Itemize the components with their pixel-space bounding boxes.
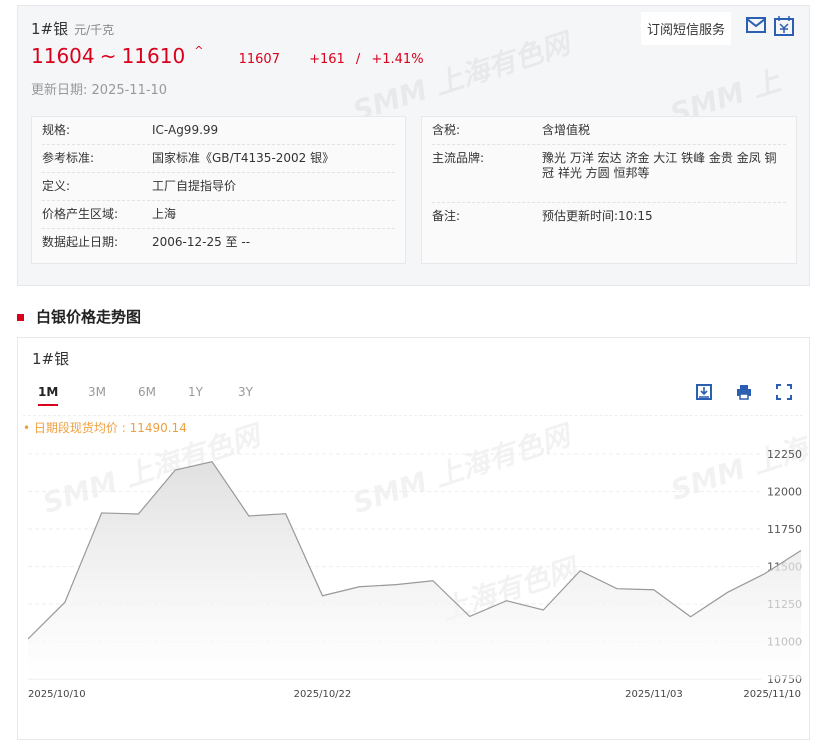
spec-key: 参考标准:	[42, 151, 95, 165]
spec-row: 价格产生区域: 上海	[42, 201, 395, 229]
spec-value: 2006-12-25 至 --	[152, 235, 251, 249]
spec-row: 备注: 预估更新时间:10:15	[432, 203, 786, 230]
calendar-icon[interactable]	[774, 16, 794, 36]
area-fill	[28, 461, 801, 679]
separator: /	[355, 52, 361, 67]
spec-key: 规格:	[42, 123, 71, 137]
spec-value: 预估更新时间:10:15	[542, 209, 653, 223]
update-date-value: 2025-11-10	[91, 83, 168, 98]
product-title: 1#银 元/千克	[31, 18, 114, 39]
update-label: 更新日期:	[31, 83, 88, 98]
spec-value: 上海	[152, 207, 177, 221]
y-tick-label: 12000	[767, 486, 802, 499]
change: +161	[309, 52, 345, 67]
spec-value: 国家标准《GB/T4135-2002 银》	[152, 151, 335, 165]
spec-table-right: 含税: 含增值税 主流品牌: 豫光 万洋 宏达 济金 大江 铁峰 金贵 金凤 铜冠 …	[421, 116, 797, 264]
x-tick-label: 2025/11/03	[625, 689, 683, 700]
spec-key: 定义:	[42, 179, 71, 193]
spec-row: 规格: IC-Ag99.99	[42, 117, 395, 145]
mail-icon[interactable]	[746, 16, 766, 34]
up-arrow-icon: ^	[194, 44, 204, 57]
spec-row: 参考标准: 国家标准《GB/T4135-2002 银》	[42, 145, 395, 173]
price-high: 11610	[121, 44, 186, 68]
spec-value: 含增值税	[542, 123, 591, 137]
spec-row: 定义: 工厂自提指导价	[42, 173, 395, 201]
section-title: 白银价格走势图	[17, 306, 141, 327]
section-title-text: 白银价格走势图	[36, 308, 142, 326]
spec-value: 豫光 万洋 宏达 济金 大江 铁峰 金贵 金凤 铜冠 祥光 方圆 恒邦等	[542, 151, 777, 180]
subscribe-sms-button[interactable]: 订阅短信服务	[641, 12, 732, 45]
y-tick-label: 11750	[767, 523, 802, 536]
spec-row: 主流品牌: 豫光 万洋 宏达 济金 大江 铁峰 金贵 金凤 铜冠 祥光 方圆 恒邦…	[432, 145, 786, 203]
change-percent: +1.41%	[371, 52, 424, 67]
product-name: 1#银	[31, 20, 69, 38]
spec-key: 数据起止日期:	[42, 235, 119, 249]
y-tick-label: 12250	[767, 448, 802, 461]
spec-key: 备注:	[432, 209, 461, 223]
spec-table-left: 规格: IC-Ag99.99 参考标准: 国家标准《GB/T4135-2002 银》…	[31, 116, 406, 264]
spec-value: IC-Ag99.99	[152, 123, 219, 137]
price-summary-panel: SMM 上海有色网 SMM 上 1#银 元/千克 11604 ~ 11610 ^ …	[17, 5, 810, 286]
x-tick-label: 2025/10/22	[294, 689, 352, 700]
price-line: 11604 ~ 11610 ^ 11607 +161 / +1.41%	[31, 44, 424, 68]
price-chart-panel: 1#银 1M 3M 6M 1Y 3Y • 日期段现货均价 : 11490.14 …	[17, 337, 812, 740]
average-price: 11607	[238, 52, 280, 67]
spec-key: 价格产生区域:	[42, 207, 119, 221]
unit: 元/千克	[74, 23, 115, 37]
spec-key: 主流品牌:	[432, 151, 485, 165]
spec-key: 含税:	[432, 123, 461, 137]
watermark: SMM 上海有色网	[348, 26, 574, 128]
tilde: ~	[99, 44, 117, 68]
spec-value: 工厂自提指导价	[152, 179, 237, 193]
x-tick-label: 2025/10/10	[28, 689, 86, 700]
spec-row: 含税: 含增值税	[432, 117, 786, 145]
price-low: 11604	[31, 44, 95, 68]
update-date: 更新日期: 2025-11-10	[31, 79, 167, 98]
line-chart: 122501200011750115001125011000107502025/…	[27, 448, 802, 700]
x-tick-label: 2025/11/10	[743, 689, 801, 700]
section-marker-icon	[17, 314, 24, 321]
spec-row: 数据起止日期: 2006-12-25 至 --	[42, 229, 395, 256]
